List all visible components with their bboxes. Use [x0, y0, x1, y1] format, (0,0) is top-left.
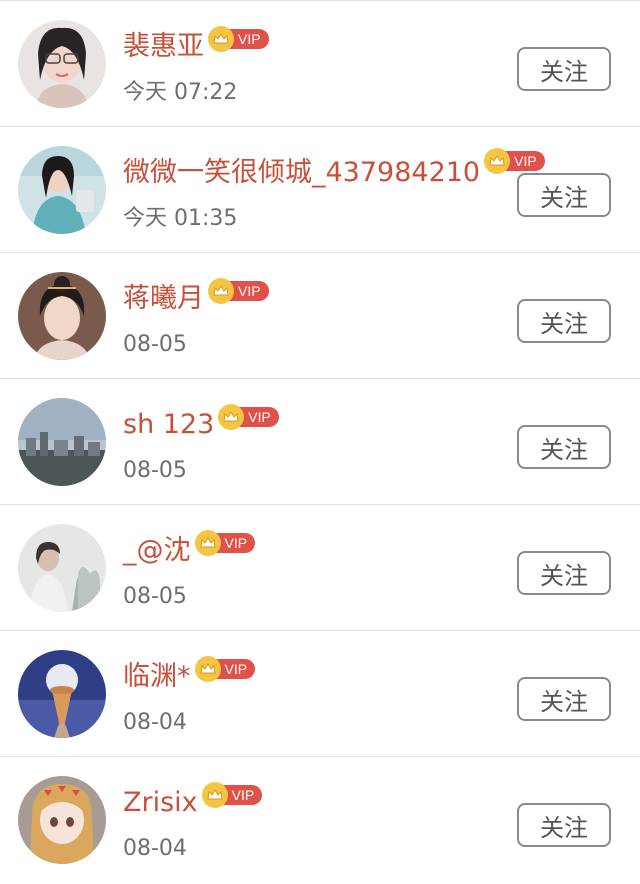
user-name[interactable]: sh 123 — [123, 405, 214, 445]
user-name[interactable]: 裴惠亚 — [123, 27, 204, 67]
follower-list: 裴惠亚 VIP 今天 07:22 关注 微微一笑很倾城_437984210 VI… — [0, 0, 640, 884]
follow-button[interactable]: 关注 — [517, 173, 611, 217]
vip-badge: VIP — [194, 530, 256, 556]
vip-badge: VIP — [208, 26, 269, 52]
crown-icon — [208, 26, 234, 52]
user-name[interactable]: _@沈 — [123, 531, 191, 571]
user-name[interactable]: 微微一笑很倾城_437984210 — [123, 153, 480, 193]
follow-button[interactable]: 关注 — [517, 677, 611, 721]
follow-button[interactable]: 关注 — [517, 299, 611, 343]
vip-badge: VIP — [201, 782, 263, 808]
avatar[interactable] — [18, 272, 106, 360]
avatar[interactable] — [18, 146, 106, 234]
crown-icon — [208, 278, 234, 304]
crown-icon — [201, 782, 228, 808]
vip-badge: VIP — [194, 656, 256, 682]
avatar[interactable] — [18, 20, 106, 108]
timestamp: 08-04 — [123, 836, 187, 861]
list-item[interactable]: _@沈 VIP 08-05 关注 — [0, 505, 640, 631]
follow-button[interactable]: 关注 — [517, 551, 611, 595]
follow-button[interactable]: 关注 — [517, 803, 611, 847]
list-item[interactable]: 裴惠亚 VIP 今天 07:22 关注 — [0, 1, 640, 127]
crown-icon — [194, 530, 221, 556]
follow-button[interactable]: 关注 — [517, 47, 611, 91]
user-name[interactable]: 临渊* — [123, 657, 191, 697]
timestamp: 08-05 — [123, 584, 187, 609]
timestamp: 08-05 — [123, 458, 187, 483]
timestamp: 今天 01:35 — [123, 206, 238, 231]
user-name[interactable]: 蒋曦月 — [123, 279, 204, 319]
avatar[interactable] — [18, 650, 106, 738]
list-item[interactable]: 蒋曦月 VIP 08-05 关注 — [0, 253, 640, 379]
vip-badge: VIP — [218, 404, 279, 430]
list-item[interactable]: Zrisix VIP 08-04 关注 — [0, 757, 640, 883]
list-item[interactable]: sh 123 VIP 08-05 关注 — [0, 379, 640, 505]
timestamp: 08-04 — [123, 710, 187, 735]
user-name[interactable]: Zrisix — [123, 783, 198, 823]
avatar[interactable] — [18, 524, 106, 612]
avatar[interactable] — [18, 776, 106, 864]
crown-icon — [194, 656, 221, 682]
timestamp: 08-05 — [123, 332, 187, 357]
timestamp: 今天 07:22 — [123, 80, 238, 105]
list-item[interactable]: 微微一笑很倾城_437984210 VIP 今天 01:35 关注 — [0, 127, 640, 253]
vip-badge: VIP — [208, 278, 269, 304]
list-item[interactable]: 临渊* VIP 08-04 关注 — [0, 631, 640, 757]
follow-button[interactable]: 关注 — [517, 425, 611, 469]
crown-icon — [484, 148, 511, 174]
vip-badge: VIP — [484, 148, 545, 174]
avatar[interactable] — [18, 398, 106, 486]
